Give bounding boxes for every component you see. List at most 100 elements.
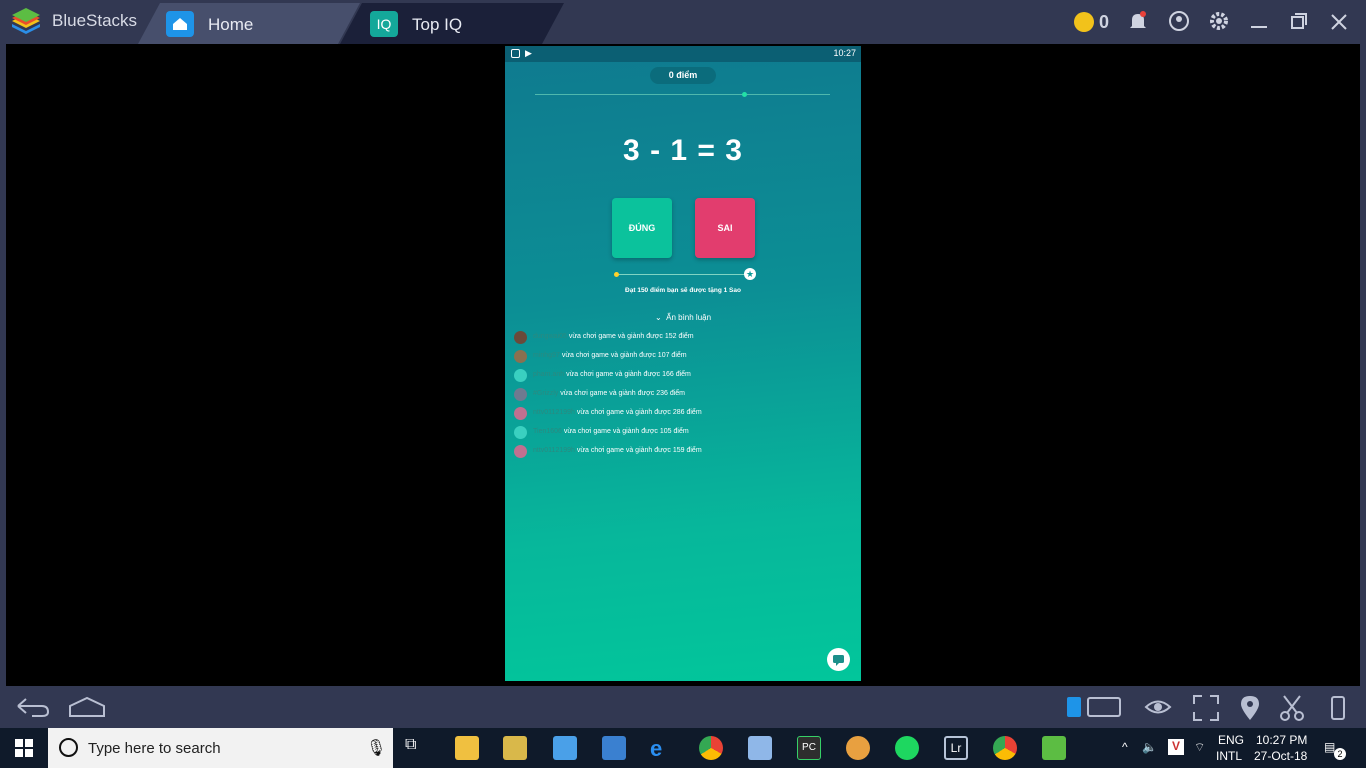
feed-message: vừa chơi game và giành được 286 điểm: [576, 409, 702, 416]
feed-item: Tien1606 vừa chơi game và giành được 105…: [514, 425, 854, 444]
avatar: [514, 388, 527, 401]
false-answer-button[interactable]: SAI: [695, 198, 755, 258]
avatar: [514, 445, 527, 458]
tab-top-iq-label: Top IQ: [412, 15, 463, 34]
minimize-icon[interactable]: [1250, 10, 1268, 37]
feed-message: vừa chơi game và giành được 107 điểm: [561, 352, 687, 359]
true-answer-button[interactable]: ĐÚNG: [612, 198, 672, 258]
feed-username[interactable]: Tien1606: [533, 428, 562, 435]
app-icon-5[interactable]: [846, 736, 870, 760]
cortana-icon: [59, 738, 78, 757]
feed-item: #Grizzly vừa chơi game và giành được 236…: [514, 387, 854, 406]
chrome-icon[interactable]: [699, 736, 723, 760]
equation-text: 3 - 1 = 3: [623, 134, 743, 167]
lightroom-icon[interactable]: Lr: [944, 736, 968, 760]
time-progress-indicator: [742, 92, 747, 97]
account-icon[interactable]: [1168, 10, 1190, 37]
restore-icon[interactable]: [1290, 10, 1308, 37]
lang-bottom[interactable]: INTL: [1216, 749, 1242, 763]
back-icon[interactable]: [12, 694, 52, 726]
chat-icon: [833, 655, 844, 666]
feed-item: pham.anh vừa chơi game và giành được 166…: [514, 368, 854, 387]
status-notification-icon: [511, 49, 520, 58]
feed-message: vừa chơi game và giành được 159 điểm: [576, 447, 702, 454]
app-brand-label: BlueStacks: [52, 11, 138, 30]
avatar: [514, 426, 527, 439]
feed-item: dungwai05 vừa chơi game và giành được 15…: [514, 330, 854, 349]
rotate-device-icon[interactable]: [1324, 694, 1352, 728]
feed-username[interactable]: #Grizzly: [533, 390, 558, 397]
location-pin-icon[interactable]: [1238, 694, 1262, 728]
edge-icon[interactable]: e: [650, 736, 674, 761]
android-screen[interactable]: ▶ 10:27 0 điểm 3 - 1 = 3 ĐÚNG SAI ★ Đạt …: [505, 46, 861, 681]
star-progress-track: [616, 274, 752, 275]
feed-username[interactable]: nttv0112199h: [533, 409, 575, 416]
chrome-icon-2[interactable]: [993, 736, 1017, 760]
feed-message: vừa chơi game và giành được 236 điểm: [560, 390, 686, 397]
close-icon[interactable]: [1330, 10, 1348, 37]
vivaldi-icon[interactable]: V: [1168, 739, 1184, 755]
app-icon-4[interactable]: [748, 736, 772, 760]
app-icon-1[interactable]: [503, 736, 527, 760]
wifi-icon[interactable]: ⌔: [1194, 740, 1205, 755]
coin-icon[interactable]: [1074, 12, 1094, 32]
bluestacks-taskbar-icon[interactable]: [1042, 736, 1066, 760]
chevron-down-icon: ⌄: [654, 313, 662, 322]
spotify-icon[interactable]: [895, 736, 919, 760]
windows-taskbar: Type here to search 🎙 ⧉ e PC Lr ^ 🔈 V ⌔ …: [0, 728, 1366, 768]
home-button-icon[interactable]: [68, 694, 106, 726]
feed-username[interactable]: pham.anh: [533, 371, 564, 378]
status-time: 10:27: [833, 48, 856, 58]
star-icon: ★: [744, 268, 756, 280]
search-input[interactable]: Type here to search: [88, 740, 221, 757]
feed-message: vừa chơi game và giành được 166 điểm: [566, 371, 691, 378]
feed-username[interactable]: minhg97: [533, 352, 560, 359]
app-icon-3[interactable]: [602, 736, 626, 760]
notification-bell-icon[interactable]: [1128, 10, 1148, 37]
taskbar-search[interactable]: Type here to search 🎙: [48, 728, 393, 768]
feed-username[interactable]: dungwai05: [533, 333, 567, 340]
tab-top-iq[interactable]: IQ Top IQ: [340, 3, 564, 44]
bluestacks-titlebar: BlueStacks Home IQ Top IQ 0: [0, 0, 1366, 44]
clock-date[interactable]: 27-Oct-18: [1254, 749, 1307, 763]
tab-home-label: Home: [208, 15, 254, 34]
android-status-bar: ▶ 10:27: [505, 46, 861, 62]
file-explorer-icon[interactable]: [455, 736, 479, 760]
bluestacks-logo-icon: [10, 7, 42, 35]
chat-button[interactable]: [827, 648, 850, 671]
feed-message: vừa chơi game và giành được 105 điểm: [563, 428, 689, 435]
home-icon: [166, 11, 194, 37]
task-view-icon[interactable]: ⧉: [405, 736, 429, 760]
fullscreen-icon[interactable]: [1192, 694, 1220, 728]
feed-item: nttv0112199h vừa chơi game và giành được…: [514, 406, 854, 425]
volume-icon[interactable]: 🔈: [1142, 740, 1157, 754]
feed-message: vừa chơi game và giành được 152 điểm: [568, 333, 694, 340]
lang-top[interactable]: ENG: [1218, 733, 1244, 747]
status-play-icon: ▶: [525, 48, 532, 58]
settings-gear-icon[interactable]: [1208, 10, 1230, 37]
score-badge: 0 điểm: [650, 67, 716, 84]
hide-comments-toggle[interactable]: ⌄ Ẩn bình luận: [505, 313, 861, 322]
star-hint-text: Đạt 150 điểm bạn sẽ được tặng 1 Sao: [625, 287, 741, 294]
microphone-icon[interactable]: 🎙: [366, 738, 386, 758]
feed-username[interactable]: nttv0112199h: [533, 447, 575, 454]
keyboard-icon[interactable]: [1066, 694, 1122, 726]
avatar: [514, 331, 527, 344]
bluestacks-bottom-toolbar: [0, 686, 1366, 728]
windows-start-icon[interactable]: [15, 739, 33, 757]
star-progress-start: [614, 272, 619, 277]
hide-comments-label: Ẩn bình luận: [666, 313, 712, 322]
iq-icon: IQ: [370, 11, 398, 37]
app-icon-2[interactable]: [553, 736, 577, 760]
avatar: [514, 369, 527, 382]
tab-home[interactable]: Home: [138, 3, 360, 44]
scissors-icon[interactable]: [1278, 694, 1306, 728]
pycharm-icon[interactable]: PC: [797, 736, 821, 760]
avatar: [514, 350, 527, 363]
feed-item: nttv0112199h vừa chơi game và giành được…: [514, 444, 854, 463]
tray-expand-icon[interactable]: ^: [1122, 740, 1128, 754]
clock-time[interactable]: 10:27 PM: [1256, 733, 1307, 747]
eye-icon[interactable]: [1144, 694, 1172, 726]
time-progress-track: [535, 94, 830, 95]
avatar: [514, 407, 527, 420]
